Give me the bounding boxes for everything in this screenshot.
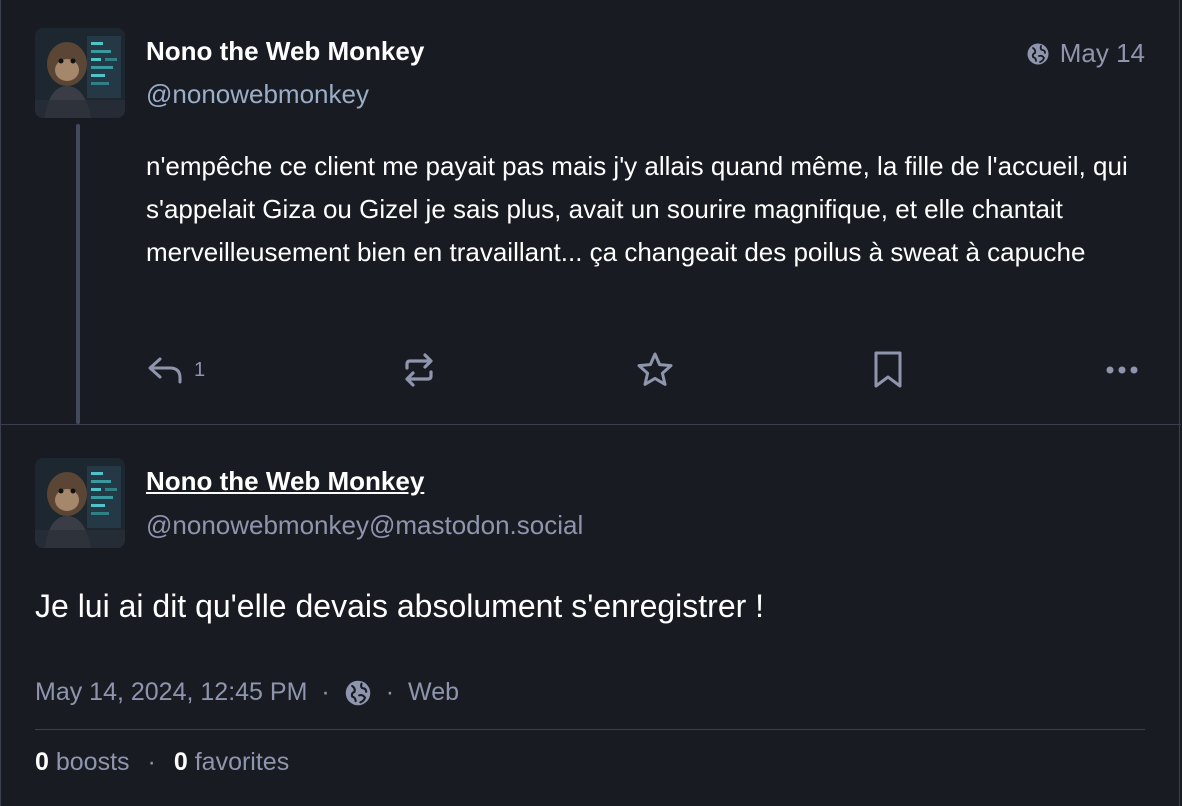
reply-icon	[146, 355, 184, 385]
post-date: May 14	[1059, 38, 1145, 68]
favorites-count-link[interactable]: 0 favorites	[174, 748, 289, 777]
divider	[35, 729, 1145, 730]
post-content: Je lui ai dit qu'elle devais absolument …	[35, 588, 765, 624]
boosts-label: boosts	[55, 748, 130, 776]
post-timestamp-link[interactable]: May 14, 2024, 12:45 PM	[35, 678, 307, 707]
reply-button[interactable]: 1	[146, 345, 205, 395]
favorites-label: favorites	[194, 748, 290, 776]
parent-post[interactable]: Nono the Web Monkey @nonowebmonkey May 1…	[1, 0, 1181, 425]
more-options-button[interactable]	[1104, 345, 1140, 395]
meta-separator: ·	[147, 748, 156, 776]
account-handle[interactable]: @nonowebmonkey@mastodon.social	[146, 510, 583, 541]
boost-button[interactable]	[399, 345, 439, 395]
more-icon	[1104, 363, 1140, 377]
meta-separator: ·	[321, 678, 330, 706]
favorites-count: 0	[173, 748, 188, 776]
globe-icon	[1026, 42, 1050, 66]
meta-separator: ·	[385, 678, 395, 706]
post-stats: 0 boosts · 0 favorites	[35, 748, 289, 777]
globe-icon	[344, 679, 372, 707]
thread-view: Nono the Web Monkey @nonowebmonkey May 1…	[0, 0, 1181, 806]
bookmark-icon	[871, 350, 905, 390]
reply-count: 1	[194, 358, 206, 381]
avatar[interactable]	[35, 458, 125, 548]
boost-icon	[399, 350, 439, 390]
avatar[interactable]	[35, 28, 125, 118]
post-action-bar: 1	[146, 345, 1141, 395]
thread-connector-line	[76, 124, 80, 424]
display-name[interactable]: Nono the Web Monkey	[146, 36, 424, 67]
bookmark-button[interactable]	[871, 345, 905, 395]
boosts-count-link[interactable]: 0 boosts	[35, 748, 130, 777]
post-content: n'empêche ce client me payait pas mais j…	[146, 151, 1128, 267]
boosts-count: 0	[35, 748, 49, 776]
monkey-avatar-icon	[35, 28, 125, 118]
post-date-link[interactable]: May 14	[1026, 38, 1145, 69]
post-detail-meta: May 14, 2024, 12:45 PM · · Web	[35, 678, 459, 707]
account-handle[interactable]: @nonowebmonkey	[146, 79, 369, 110]
application-name: Web	[408, 678, 459, 706]
focused-post: Nono the Web Monkey @nonowebmonkey@masto…	[1, 425, 1181, 806]
display-name-link[interactable]: Nono the Web Monkey	[146, 466, 424, 497]
favorite-button[interactable]	[635, 345, 675, 395]
monkey-avatar-icon	[35, 458, 125, 548]
star-icon	[635, 350, 675, 390]
